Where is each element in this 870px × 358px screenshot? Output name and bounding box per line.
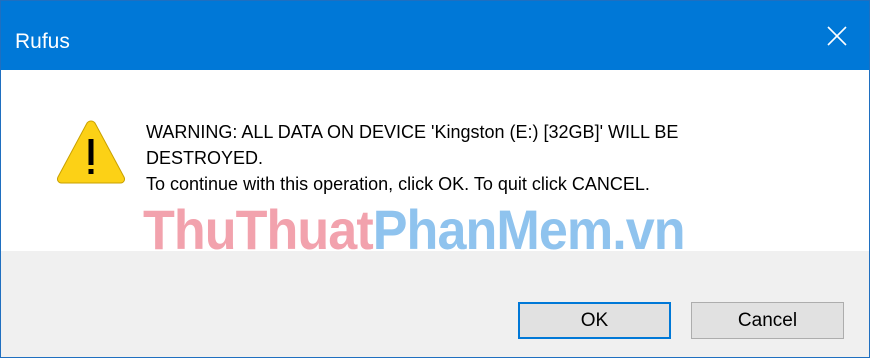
close-button[interactable] — [805, 1, 869, 70]
close-icon — [827, 25, 847, 46]
title-bar[interactable]: Rufus — [1, 1, 869, 70]
cancel-button[interactable]: Cancel — [691, 302, 844, 339]
ok-button[interactable]: OK — [518, 302, 671, 339]
message-line-2: DESTROYED. — [146, 148, 264, 168]
window-title: Rufus — [15, 30, 70, 53]
warning-icon — [56, 120, 126, 184]
warning-message: WARNING: ALL DATA ON DEVICE 'Kingston (E… — [146, 119, 846, 197]
message-line-3: To continue with this operation, click O… — [146, 174, 650, 194]
dialog-content: WARNING: ALL DATA ON DEVICE 'Kingston (E… — [1, 70, 869, 261]
message-dialog: Rufus WARNING: ALL DATA ON DEVICE 'Kings… — [0, 0, 870, 358]
button-bar: OK Cancel — [1, 251, 869, 357]
message-line-1: WARNING: ALL DATA ON DEVICE 'Kingston (E… — [146, 122, 679, 142]
